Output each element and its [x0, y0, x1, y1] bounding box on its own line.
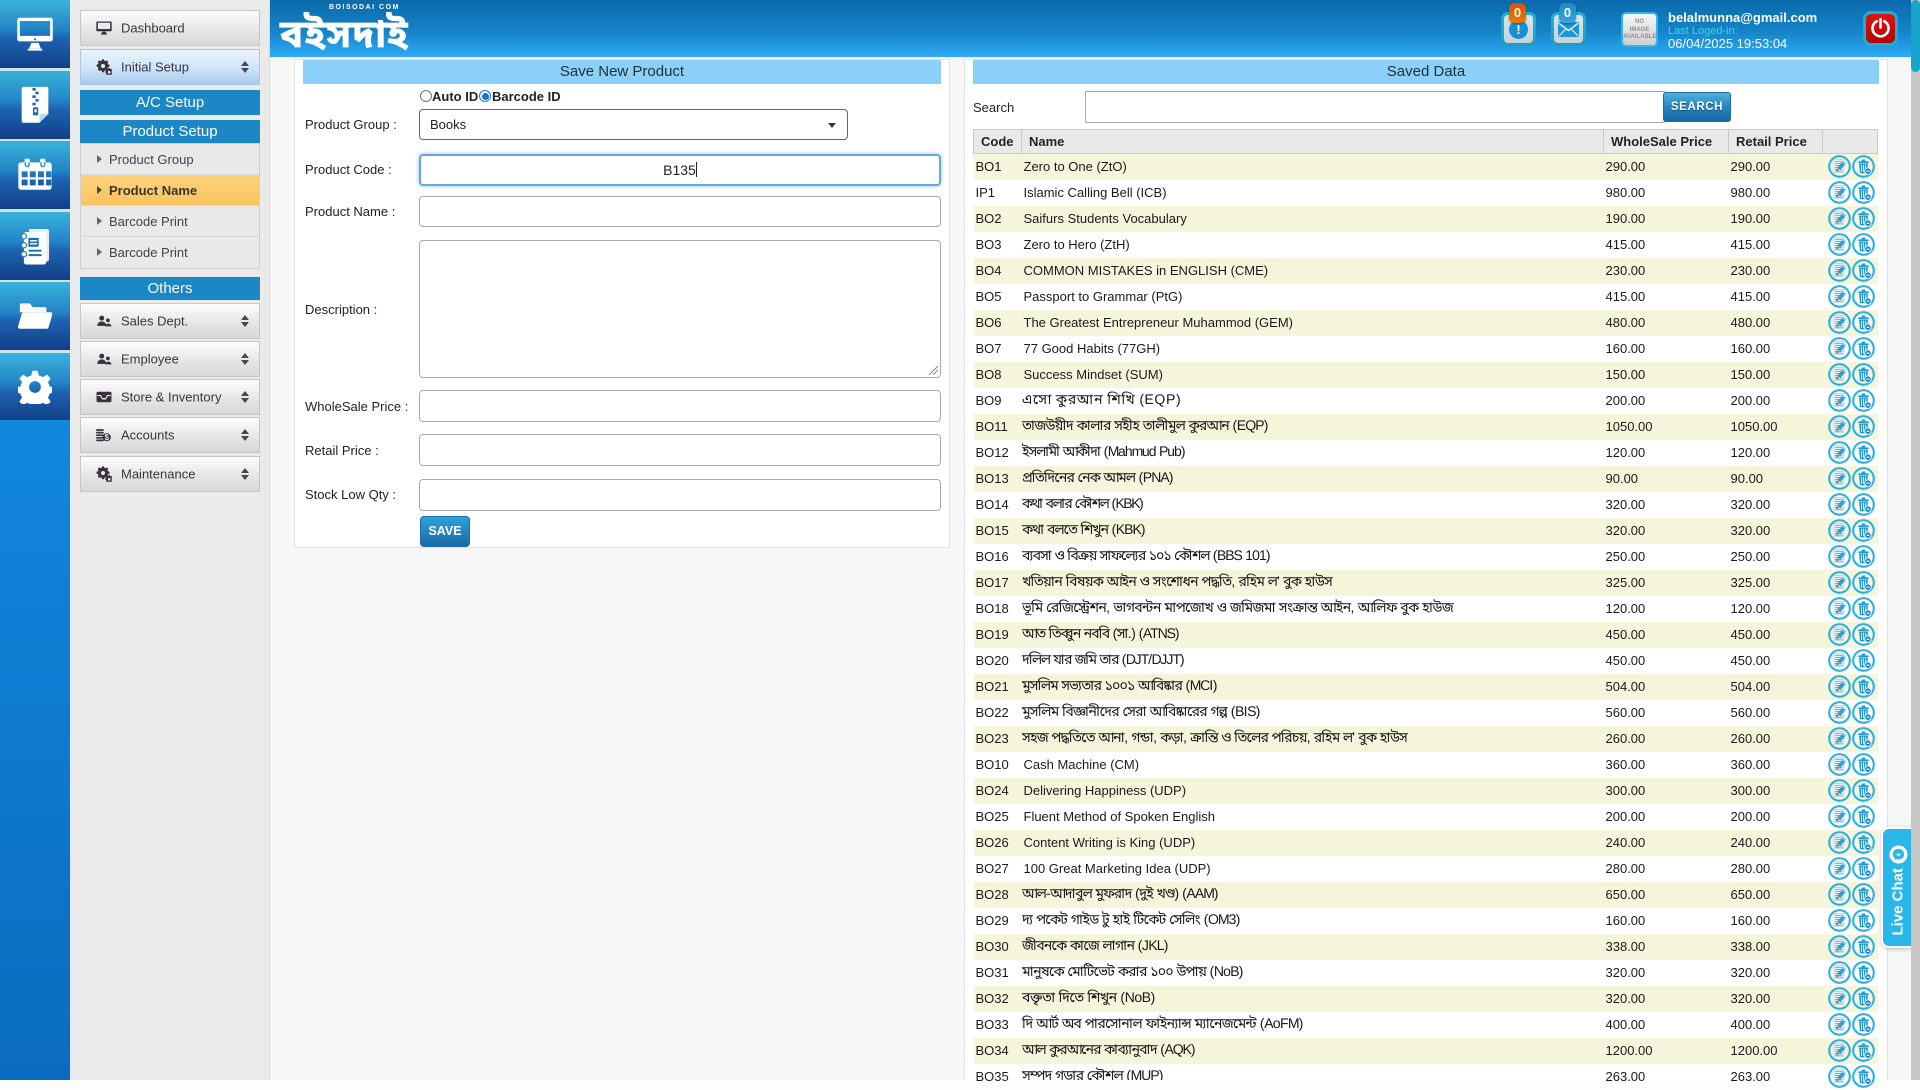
svg-text:$: $ — [105, 433, 110, 442]
